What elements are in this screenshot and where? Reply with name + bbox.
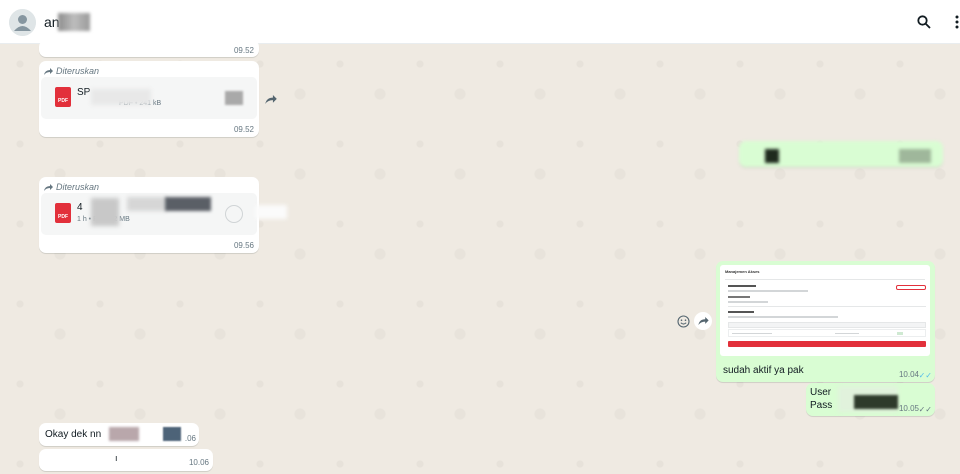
forward-icon — [44, 67, 53, 75]
redaction — [899, 149, 931, 163]
contact-name-redaction — [58, 13, 90, 31]
message-bubble-incoming[interactable]: Diteruskan PDF 4 1 h • PDF • 2 MB 09.56 — [39, 177, 259, 253]
preview-divider — [725, 279, 925, 280]
redaction — [91, 198, 119, 226]
message-time: 09.52 — [233, 46, 254, 55]
pdf-icon: PDF — [55, 203, 71, 223]
preview-label — [728, 296, 750, 298]
message-bubble-incoming[interactable]: Okay dek nn .06 — [39, 423, 199, 446]
forward-icon — [697, 317, 709, 325]
document-title: SP — [77, 87, 91, 98]
redaction — [163, 427, 181, 441]
chat-header: an — [0, 0, 960, 44]
redaction — [225, 91, 243, 105]
message-time: 10.05 — [898, 404, 919, 413]
message-bubble-incoming[interactable]: Diteruskan PDF SP PDF • 241 kB 09.52 — [39, 61, 259, 137]
preview-divider — [728, 306, 926, 307]
message-time: 10.06 — [188, 458, 209, 467]
document-card[interactable]: PDF SP PDF • 241 kB — [41, 77, 257, 119]
redaction — [127, 197, 167, 211]
preview-heading — [728, 311, 754, 313]
download-icon[interactable] — [225, 205, 243, 223]
redaction — [854, 395, 898, 409]
forwarded-indicator: Diteruskan — [44, 66, 99, 76]
smiley-icon — [676, 314, 690, 328]
forwarded-label: Diteruskan — [56, 66, 100, 76]
double-check-icon: ✓✓ — [918, 405, 932, 414]
search-icon[interactable] — [914, 12, 934, 32]
message-time: .06 — [184, 434, 196, 443]
message-bubble-outgoing[interactable]: User Pass 10.05 ✓✓ — [806, 383, 935, 416]
message-time: 10.04 — [898, 370, 919, 379]
redaction — [765, 149, 779, 163]
document-card[interactable]: PDF 4 1 h • PDF • 2 MB — [41, 193, 257, 235]
message-time: 09.52 — [233, 125, 254, 134]
message-bubble-incoming[interactable]: 09.52 — [39, 40, 259, 57]
image-preview[interactable]: Manajemen Akses — [720, 265, 930, 356]
redaction — [255, 205, 287, 219]
double-check-icon: ✓✓ — [918, 371, 932, 380]
preview-text — [728, 301, 768, 303]
preview-heading — [728, 285, 756, 287]
redaction — [109, 427, 139, 441]
message-bubble-outgoing[interactable] — [739, 141, 943, 167]
message-text-line: User — [810, 387, 832, 398]
pdf-icon: PDF — [55, 87, 71, 107]
preview-button — [896, 285, 926, 290]
forwarded-indicator: Diteruskan — [44, 182, 99, 192]
preview-title: Manajemen Akses — [725, 269, 760, 274]
message-text: sudah aktif ya pak — [723, 365, 804, 376]
preview-text — [728, 316, 838, 318]
avatar[interactable] — [9, 9, 36, 36]
message-text-line: Pass — [810, 400, 833, 411]
message-bubble-incoming[interactable]: ı 10.06 — [39, 449, 213, 471]
forward-icon — [44, 183, 53, 191]
message-text: ı — [115, 453, 118, 463]
message-time: 09.56 — [233, 241, 254, 250]
forward-icon — [265, 94, 277, 104]
document-title: 4 — [77, 202, 83, 213]
preview-submit-bar — [728, 341, 926, 347]
message-text: Okay dek nn — [45, 429, 102, 440]
default-avatar-icon — [9, 9, 36, 36]
message-bubble-outgoing[interactable]: Manajemen Akses sudah aktif ya pak 10.04… — [716, 261, 935, 382]
forwarded-label: Diteruskan — [56, 182, 100, 192]
preview-text — [728, 290, 808, 292]
redaction — [91, 89, 151, 105]
forward-button[interactable] — [694, 312, 712, 330]
preview-table-row — [728, 329, 926, 337]
more-vertical-icon[interactable] — [947, 12, 960, 32]
emoji-reaction-button[interactable] — [674, 312, 692, 330]
preview-table-header — [728, 322, 926, 328]
redaction — [165, 197, 211, 211]
forward-button[interactable] — [262, 90, 280, 108]
